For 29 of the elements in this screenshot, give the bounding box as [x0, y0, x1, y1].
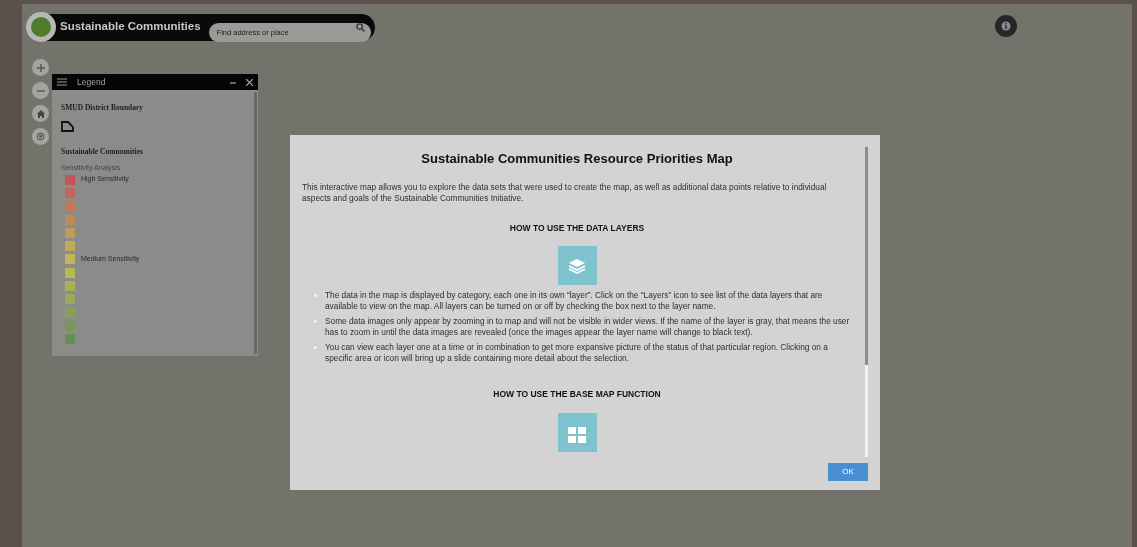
map-control-button[interactable] — [32, 82, 49, 99]
bullet-text: Some data images only appear by zooming in to map and will not be visible in wider views. If the name of the layer is gray, that means the user has to zoom in until the data images are revealed (once the images appear the layer name will change to black text). — [325, 316, 851, 339]
grid-icon — [557, 413, 597, 452]
map-control-button[interactable] — [32, 59, 49, 76]
dialog-scrollbar[interactable] — [865, 147, 868, 457]
section-heading: HOW TO USE THE DATA LAYERS — [509, 221, 645, 235]
layers-icon — [557, 246, 597, 286]
list-icon — [57, 78, 67, 86]
plus-icon — [36, 63, 45, 72]
logo-icon — [26, 12, 56, 42]
minus-icon — [36, 89, 45, 92]
bullet-text: You can view each layer one at a time or in combination to get more expansive picture of the status of that particular region. Clicking on a specific area or icon will bring up a slide containing more detail about the selection. — [325, 342, 829, 365]
locate-icon — [36, 132, 45, 141]
home-icon — [36, 109, 45, 118]
search-icon — [355, 22, 365, 32]
bullet-text: The data in the map is displayed by category, each one in its own “layer”. Click on the “Layers” icon to see list of the data layers that are available to view on the map. All layers can be turned on or off by checking the box next to the layer name. — [325, 290, 824, 313]
ok-button[interactable]: OK — [828, 463, 868, 481]
close-icon[interactable] — [246, 78, 253, 86]
map-control-button[interactable] — [32, 105, 49, 122]
app-title: Sustainable Communities — [60, 19, 201, 35]
minimize-icon[interactable] — [230, 79, 236, 85]
info-button[interactable] — [995, 15, 1017, 37]
info-icon — [1001, 21, 1011, 31]
legend-title: Legend — [77, 75, 107, 89]
map-control-button[interactable] — [32, 128, 49, 145]
boundary-polygon-icon — [61, 121, 74, 133]
section-heading: HOW TO USE THE BASE MAP FUNCTION — [493, 388, 661, 401]
dialog-title: Sustainable Communities Resource Priorities Map — [420, 150, 734, 168]
intro-paragraph: This interactive map allows you to explore the data sets that were used to create the map, as well as additional data points relative to individual aspects and goals of the Sustainable Communities Initiative. — [302, 181, 828, 204]
